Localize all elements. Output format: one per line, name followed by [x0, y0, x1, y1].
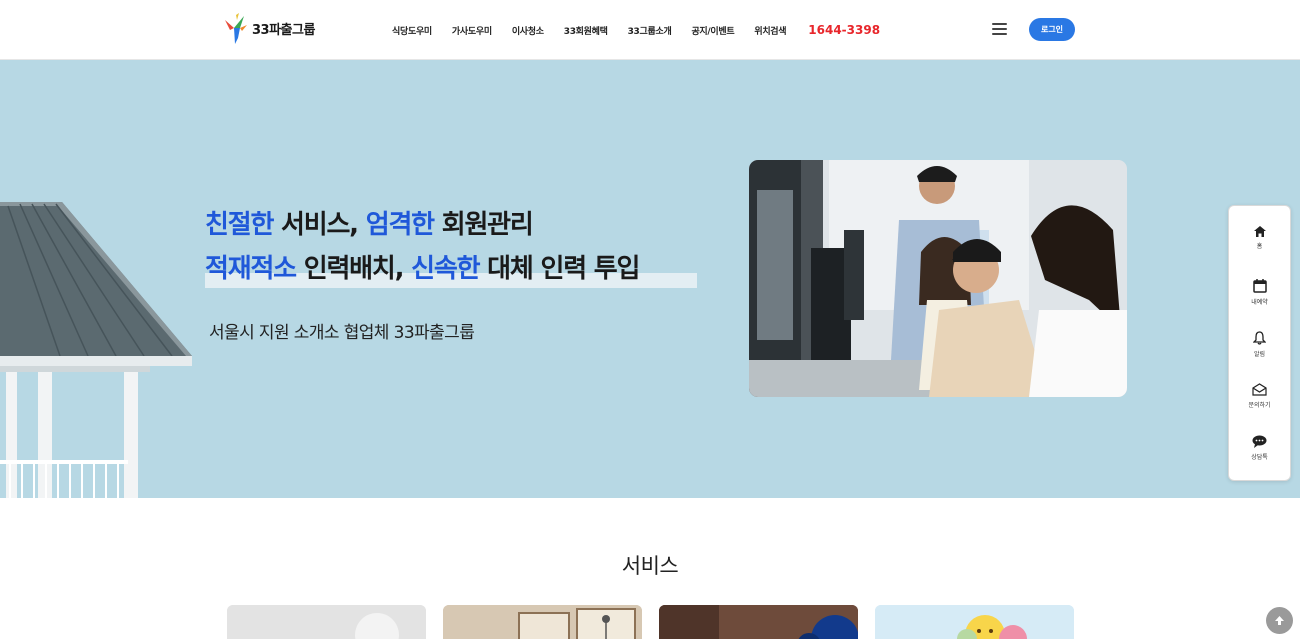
service-card-1[interactable] [227, 605, 426, 639]
office-team-photo [749, 160, 1127, 397]
hero-line-2-part-2: 인력배치, [295, 254, 412, 284]
calendar-icon [1252, 278, 1267, 293]
hero-line-2-part-4: 대체 인력 투입 [479, 254, 640, 284]
nav-item-location-search[interactable]: 위치검색 [754, 24, 786, 37]
hero-line-2-part-1: 적재적소 [205, 254, 297, 284]
nav-item-member-benefits[interactable]: 33회원혜택 [564, 24, 608, 37]
quick-item-chat-label: 상담톡 [1251, 454, 1268, 461]
main-nav: 식당도우미 가사도우미 이사청소 33회원혜택 33그룹소개 공지/이벤트 위치… [392, 0, 880, 60]
quick-item-reservation[interactable]: 내예약 [1229, 272, 1290, 312]
house-illustration [0, 202, 192, 498]
hero-headline: 친절한 서비스, 엄격한 회원관리 적재적소 인력배치, 신속한 대체 인력 투… [205, 203, 705, 291]
logo[interactable]: 33파출그룹 [222, 10, 315, 46]
phone-number[interactable]: 1644-3398 [808, 23, 880, 37]
quick-item-chat[interactable]: 상담톡 [1229, 428, 1290, 468]
nav-item-move-cleaning[interactable]: 이사청소 [512, 24, 544, 37]
nav-item-housekeeper[interactable]: 가사도우미 [452, 24, 492, 37]
quick-item-inquiry-label: 문의하기 [1248, 402, 1271, 409]
hero-line-2-part-3: 신속한 [411, 254, 480, 284]
quick-item-inquiry[interactable]: 문의하기 [1229, 376, 1290, 416]
hero-line-2: 적재적소 인력배치, 신속한 대체 인력 투입 [205, 247, 705, 291]
hummingbird-logo-icon [225, 13, 247, 44]
home-icon [1253, 226, 1266, 237]
bell-icon [1253, 330, 1266, 345]
logo-text: 33파출그룹 [252, 22, 315, 38]
hero-line-1-part-3: 엄격한 [365, 210, 435, 240]
nav-item-restaurant-helper[interactable]: 식당도우미 [392, 24, 432, 37]
hero-banner: 친절한 서비스, 엄격한 회원관리 적재적소 인력배치, 신속한 대체 인력 투… [0, 60, 1300, 498]
service-card-2[interactable] [443, 605, 642, 639]
mail-icon [1252, 383, 1267, 396]
chat-icon [1252, 435, 1267, 448]
quick-item-home-label: 홈 [1256, 243, 1263, 250]
quick-item-home[interactable]: 홈 [1229, 218, 1290, 258]
quick-item-notification-label: 알림 [1253, 350, 1266, 358]
site-header: 33파출그룹 식당도우미 가사도우미 이사청소 33회원혜택 33그룹소개 공지… [0, 0, 1300, 60]
hero-line-1: 친절한 서비스, 엄격한 회원관리 [205, 203, 705, 247]
hamburger-icon[interactable] [992, 23, 1007, 36]
section-title: 서비스 [621, 554, 679, 578]
nav-item-notice-event[interactable]: 공지/이벤트 [691, 24, 734, 37]
hero-line-1-part-1: 친절한 [205, 210, 274, 240]
nav-item-group-intro[interactable]: 33그룹소개 [628, 24, 672, 37]
hero-line-1-part-2: 서비스, [273, 210, 366, 240]
quick-item-reservation-label: 내예약 [1251, 298, 1268, 306]
service-card-3[interactable] [659, 605, 858, 639]
quick-item-notification[interactable]: 알림 [1229, 324, 1290, 364]
arrow-up-icon [1275, 616, 1284, 625]
service-card-4[interactable] [875, 605, 1074, 639]
login-button[interactable]: 로그인 [1029, 18, 1075, 41]
quick-menu: 홈 내예약 알림 문의하기 상담톡 [1228, 205, 1291, 481]
hero-line-1-part-4: 회원관리 [433, 210, 534, 240]
hero-subline: 서울시 지원 소개소 협업체 33파출그룹 [209, 323, 475, 343]
scroll-top-button[interactable] [1266, 607, 1293, 634]
